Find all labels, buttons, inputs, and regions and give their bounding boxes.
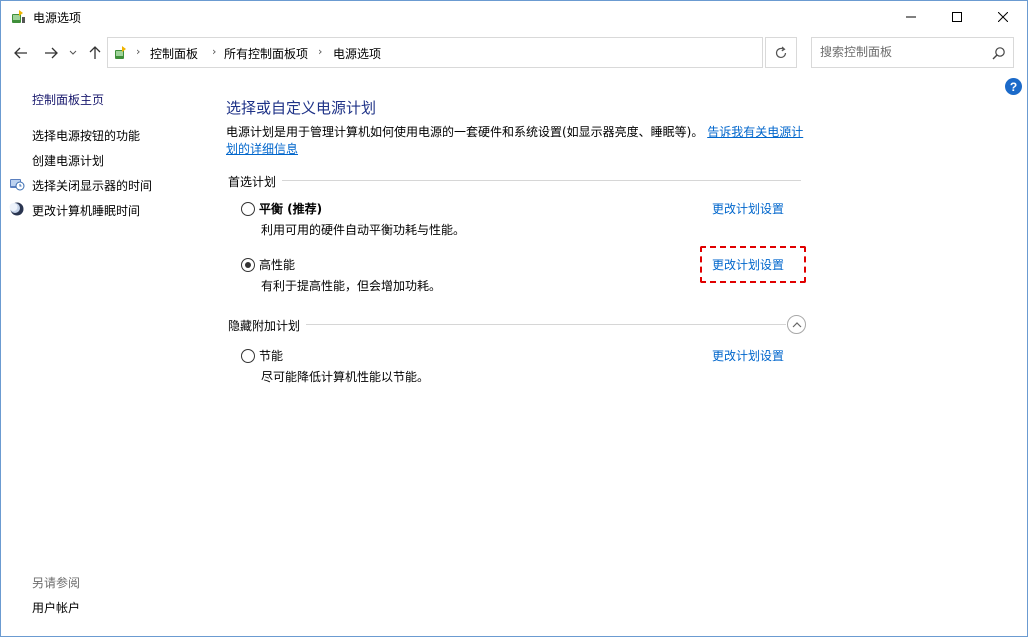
- address-bar[interactable]: › 控制面板 › 所有控制面板项 › 电源选项: [107, 37, 856, 68]
- description-text: 电源计划是用于管理计算机如何使用电源的一套硬件和系统设置(如显示器亮度、睡眠等)…: [226, 125, 704, 139]
- arrow-right-icon: [45, 47, 58, 59]
- sidebar-item-create-plan[interactable]: 创建电源计划: [32, 152, 104, 169]
- plan-radio-power-saver[interactable]: [241, 349, 255, 363]
- plan-desc-balanced: 利用可用的硬件自动平衡功耗与性能。: [261, 223, 466, 237]
- close-button[interactable]: [980, 1, 1026, 33]
- sidebar-home-link[interactable]: 控制面板主页: [32, 91, 104, 108]
- maximize-icon: [952, 12, 962, 22]
- moon-icon: [9, 202, 24, 216]
- breadcrumb-separator: ›: [212, 45, 217, 58]
- minimize-button[interactable]: [888, 1, 934, 33]
- sidebar-item-sleep-time[interactable]: 更改计算机睡眠时间: [32, 202, 140, 219]
- control-panel-icon: [115, 46, 126, 59]
- back-button[interactable]: [11, 44, 31, 62]
- up-button[interactable]: [85, 44, 105, 62]
- page-title: 选择或自定义电源计划: [226, 99, 377, 117]
- hidden-plans-heading: 隐藏附加计划: [228, 317, 307, 334]
- title-bar: 电源选项: [1, 1, 1027, 33]
- collapse-section-button[interactable]: [787, 315, 806, 334]
- maximize-button[interactable]: [934, 1, 980, 33]
- user-accounts-link[interactable]: 用户帐户: [32, 599, 80, 616]
- chevron-down-icon: [69, 50, 77, 55]
- chevron-up-icon: [792, 322, 801, 328]
- refresh-icon: [775, 46, 787, 58]
- search-box[interactable]: [811, 37, 1014, 68]
- control-panel-window: 电源选项 › 控制面板 › 所有控制面板项 › 电源选项 搜索控制面板 ? 控制…: [0, 0, 1028, 637]
- plan-name-balanced[interactable]: 平衡 (推荐): [259, 200, 322, 217]
- plan-desc-high-performance: 有利于提高性能，但会增加功耗。: [261, 279, 442, 293]
- change-plan-settings-balanced[interactable]: 更改计划设置: [712, 200, 784, 217]
- recent-locations-button[interactable]: [67, 44, 79, 62]
- arrow-up-icon: [89, 46, 101, 59]
- forward-button[interactable]: [41, 44, 61, 62]
- section-divider: [228, 180, 801, 181]
- refresh-button[interactable]: [765, 37, 797, 68]
- breadcrumb-separator: ›: [318, 45, 323, 58]
- plan-desc-power-saver: 尽可能降低计算机性能以节能。: [261, 370, 430, 384]
- close-icon: [998, 12, 1008, 22]
- sidebar-item-display-off[interactable]: 选择关闭显示器的时间: [32, 177, 152, 194]
- section-divider: [228, 324, 786, 325]
- plan-radio-high-performance[interactable]: [241, 258, 255, 272]
- navigation-bar: › 控制面板 › 所有控制面板项 › 电源选项: [1, 33, 1027, 73]
- see-also-heading: 另请参阅: [32, 576, 81, 590]
- breadcrumb-control-panel[interactable]: 控制面板: [150, 45, 198, 62]
- window-title: 电源选项: [33, 11, 82, 25]
- change-plan-settings-power-saver[interactable]: 更改计划设置: [712, 347, 784, 364]
- breadcrumb-separator: ›: [136, 45, 141, 58]
- search-icon[interactable]: [992, 46, 1006, 60]
- preferred-plans-heading: 首选计划: [228, 173, 283, 190]
- highlight-annotation: [700, 246, 806, 283]
- page-description: 电源计划是用于管理计算机如何使用电源的一套硬件和系统设置(如显示器亮度、睡眠等)…: [226, 124, 806, 158]
- power-options-icon: [12, 10, 25, 23]
- plan-name-high-performance[interactable]: 高性能: [259, 256, 295, 273]
- plan-radio-balanced[interactable]: [241, 202, 255, 216]
- help-icon[interactable]: ?: [1005, 78, 1022, 95]
- arrow-left-icon: [14, 47, 27, 59]
- breadcrumb-power-options[interactable]: 电源选项: [333, 45, 381, 62]
- plan-name-power-saver[interactable]: 节能: [259, 347, 283, 364]
- minimize-icon: [906, 16, 916, 18]
- sidebar-item-power-buttons[interactable]: 选择电源按钮的功能: [32, 127, 140, 144]
- clock-display-icon: [10, 179, 25, 191]
- search-input[interactable]: [820, 45, 990, 59]
- breadcrumb-all-items[interactable]: 所有控制面板项: [224, 45, 308, 62]
